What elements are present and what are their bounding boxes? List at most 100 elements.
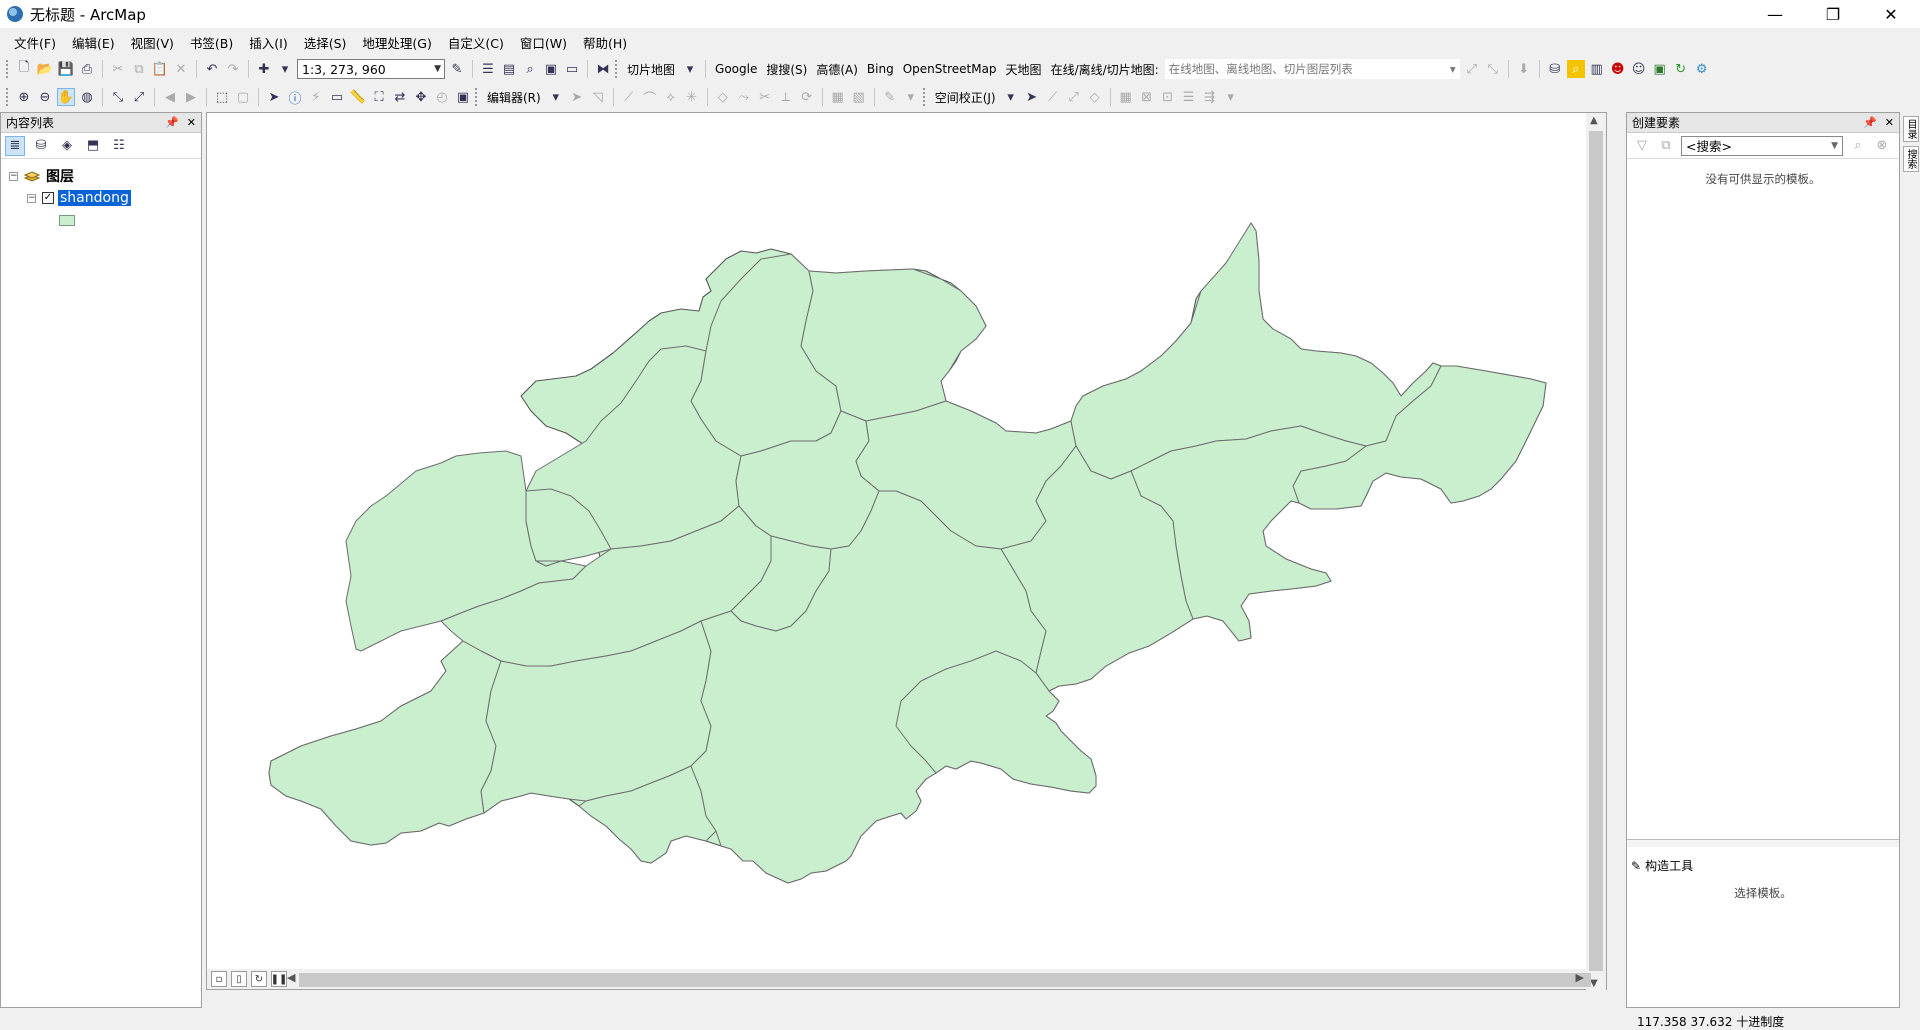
map-view[interactable]: ▲ ▼ ▫ ▯ ↻ ❚❚ ◀ ▶ [206, 112, 1607, 991]
overflow-chevron-icon[interactable]: ▾ [1222, 88, 1240, 106]
layer-symbol-row[interactable] [1, 209, 201, 231]
scroll-down-icon[interactable]: ▼ [1590, 978, 1598, 989]
download-icon[interactable]: ⬇ [1515, 60, 1533, 78]
identify-icon[interactable]: ⓘ [286, 88, 304, 107]
sousou-dropdown[interactable]: 搜搜(S) [763, 61, 810, 78]
toolbar-grip[interactable] [475, 88, 479, 106]
bing-dropdown[interactable]: Bing [864, 62, 897, 76]
new-displacement-link-icon[interactable]: ⟋ [1044, 88, 1062, 106]
editor-dropdown[interactable]: 编辑器(R) [484, 89, 544, 106]
gaode-dropdown[interactable]: 高德(A) [813, 61, 861, 78]
zoom-in-icon[interactable]: ⊕ [15, 88, 33, 106]
full-extent-icon[interactable]: ◍ [78, 88, 96, 106]
edit-tool-icon[interactable]: ➤ [568, 88, 586, 106]
users-icon[interactable]: ☺ [1630, 60, 1648, 78]
monitor-icon[interactable]: ▣ [1651, 60, 1669, 78]
split-icon[interactable]: ⟂ [777, 88, 795, 106]
chevron-down-icon[interactable]: ▾ [1002, 88, 1020, 106]
chevron-down-icon[interactable]: ▾ [1450, 62, 1456, 76]
rotate-icon[interactable]: ⟳ [798, 88, 816, 106]
copy-icon[interactable]: ⧉ [130, 60, 148, 78]
filter-icon[interactable]: ▽ [1633, 137, 1651, 155]
modify-link-icon[interactable]: ⤢ [1065, 88, 1083, 106]
forward-arrow-icon[interactable]: ▶ [182, 88, 200, 106]
chevron-down-icon[interactable]: ▾ [547, 88, 565, 106]
add-data-icon[interactable]: ✚ [255, 60, 273, 78]
restore-button[interactable]: ❐ [1804, 0, 1862, 28]
time-slider-icon[interactable]: ◴ [433, 88, 451, 106]
osm-dropdown[interactable]: OpenStreetMap [900, 62, 1000, 76]
toolbar-grip[interactable] [6, 88, 10, 106]
new-document-icon[interactable]: 🗋 [15, 60, 33, 78]
list-by-drawing-order-icon[interactable]: ≣ [5, 135, 25, 156]
arctoolbox-icon[interactable]: ▣ [542, 60, 560, 78]
overflow-chevron-icon[interactable]: ▾ [902, 88, 920, 106]
chart-icon[interactable]: ▥ [1588, 60, 1606, 78]
delete-icon[interactable]: ✕ [172, 60, 190, 78]
open-folder-icon[interactable]: 📂 [36, 60, 54, 78]
search-window-icon[interactable]: ⌕ [521, 60, 539, 78]
editor-toolbar-icon[interactable]: ✎ [448, 60, 466, 78]
toolbar-grip[interactable] [922, 88, 927, 106]
edit-vertices-icon[interactable]: ◇ [714, 88, 732, 106]
scroll-up-icon[interactable]: ▲ [1590, 115, 1598, 126]
refresh-icon[interactable]: ↻ [1672, 60, 1690, 78]
sketch-properties-icon[interactable]: ▧ [850, 88, 868, 106]
edit-annotation-icon[interactable]: ◹ [589, 88, 607, 106]
hyperlink-icon[interactable]: ⚡ [307, 88, 325, 106]
collapse-toggle[interactable]: − [27, 193, 36, 203]
pin-icon[interactable]: ⤢ [1463, 60, 1481, 78]
layer-visibility-checkbox[interactable]: ✓ [42, 192, 54, 204]
end-point-arc-icon[interactable]: ⌒ [641, 88, 659, 107]
zoom-out-icon[interactable]: ⊖ [36, 88, 54, 106]
list-by-selection-icon[interactable]: ⬒ [83, 136, 103, 156]
point-icon[interactable]: ✳ [683, 88, 701, 106]
pan-hand-icon[interactable]: ✋ [57, 88, 75, 106]
data-view-icon[interactable]: ▫ [211, 971, 227, 987]
find-binoculars-icon[interactable]: ⛶ [370, 88, 388, 106]
tianditu-dropdown[interactable]: 天地图 [1003, 61, 1045, 78]
chevron-down-icon[interactable]: ▾ [276, 60, 294, 78]
create-features-icon[interactable]: ✎ [881, 88, 899, 106]
cut-polygons-icon[interactable]: ✂ [756, 88, 774, 106]
horizontal-scroll-thumb[interactable] [299, 973, 1591, 987]
paste-icon[interactable]: 📋 [151, 60, 169, 78]
scroll-right-icon[interactable]: ▶ [1576, 971, 1584, 984]
select-arrow-icon[interactable]: ➤ [1023, 88, 1041, 106]
find-route-icon[interactable]: ⇄ [391, 88, 409, 106]
vertical-scroll-thumb[interactable] [1589, 131, 1603, 971]
map-scale-combo[interactable]: 1:3, 273, 960 ▼ [297, 59, 445, 79]
panel-splitter[interactable] [1627, 839, 1899, 847]
save-icon[interactable]: 💾 [57, 60, 75, 78]
spatial-adjustment-dropdown[interactable]: 空间校正(J) [932, 89, 999, 106]
menu-help[interactable]: 帮助(H) [575, 33, 635, 52]
fixed-zoom-in-icon[interactable]: ⤡ [109, 88, 127, 106]
toolbar-grip[interactable] [615, 60, 619, 78]
pause-drawing-icon[interactable]: ❚❚ [271, 971, 287, 987]
clear-search-icon[interactable]: ⊗ [1873, 137, 1891, 155]
python-window-icon[interactable]: ▭ [563, 60, 581, 78]
cut-icon[interactable]: ✂ [109, 60, 127, 78]
shandong-map[interactable] [207, 113, 1588, 971]
chevron-down-icon[interactable]: ▾ [681, 60, 699, 78]
close-icon[interactable]: ✕ [1885, 116, 1894, 129]
layer-group-row[interactable]: − 图层 [1, 165, 201, 187]
attribute-transfer-icon[interactable]: ⇶ [1201, 88, 1219, 106]
multi-link-icon[interactable]: ◇ [1086, 88, 1104, 106]
chevron-down-icon[interactable]: ▼ [434, 64, 444, 74]
tile-map-dropdown[interactable]: 切片地图 [624, 61, 678, 78]
minimize-button[interactable]: — [1746, 0, 1804, 28]
organize-templates-icon[interactable]: ⧉ [1657, 137, 1675, 155]
search-icon[interactable]: ⌕ [1849, 137, 1867, 155]
scroll-left-icon[interactable]: ◀ [287, 971, 295, 984]
chevron-down-icon[interactable]: ▼ [1831, 141, 1838, 151]
edge-match-icon[interactable]: ☰ [1180, 88, 1198, 106]
catalog-side-tab[interactable]: 目录 [1903, 116, 1919, 142]
unpin-icon[interactable]: ⤡ [1484, 60, 1502, 78]
polygon-symbol-swatch[interactable] [59, 214, 75, 226]
toolbar-grip[interactable] [6, 60, 10, 78]
redo-icon[interactable]: ↷ [224, 60, 242, 78]
close-button[interactable]: ✕ [1862, 0, 1920, 28]
undo-icon[interactable]: ↶ [203, 60, 221, 78]
online-map-combo[interactable]: 在线地图、离线地图、切片图层列表 ▾ [1164, 59, 1460, 79]
